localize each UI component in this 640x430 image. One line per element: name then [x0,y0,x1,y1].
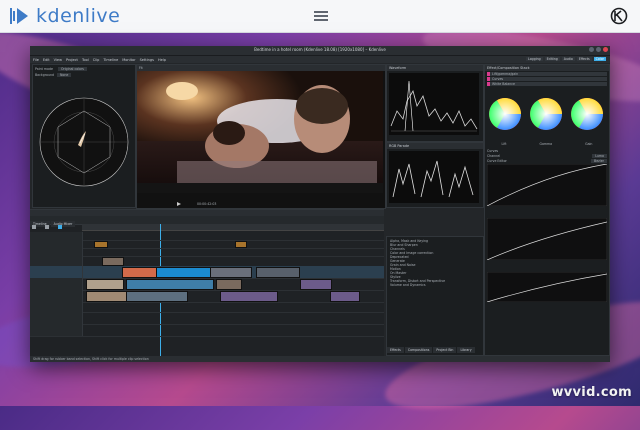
effect-item-white-balance[interactable]: White Balance [487,82,607,86]
curve-editor-2[interactable] [486,217,608,261]
razor-tool-icon[interactable] [45,225,50,229]
hamburger-menu-icon[interactable] [314,9,328,23]
site-header: kdenlive [0,0,640,33]
rgb-parade-panel: RGB Parade [386,142,484,208]
menu-timeline[interactable]: Timeline [103,58,118,62]
video-frame [137,71,383,193]
rgb-parade-graph [389,151,479,203]
effect-list-panel: Alpha, Mask and Keying Blur and Sharpen … [386,236,484,356]
menu-project[interactable]: Project [66,58,78,62]
minimize-button[interactable] [589,47,594,52]
wheel-gain-label: Gain [585,142,593,146]
kdenlive-logo[interactable]: kdenlive [8,5,120,27]
watermark: wvvid.com [551,385,632,400]
status-bar: Shift drag for rubber band selection, Sh… [30,356,610,362]
layout-editing[interactable]: Editing [544,57,560,61]
effect-enable-icon[interactable] [487,82,490,86]
menu-help[interactable]: Help [158,58,166,62]
background-select[interactable]: None [57,73,72,77]
monitor-timecode[interactable]: 00:00:42:03 [197,202,216,206]
waveform-panel: Waveform [386,64,484,142]
effect-enable-icon[interactable] [487,77,490,81]
timeline-clip[interactable] [94,241,108,248]
effect-category[interactable]: Volume and Dynamics [390,283,480,287]
effect-item-lift-gamma-gain[interactable]: Lift/gamma/gain [487,72,607,76]
menu-bar: File Edit View Project Tool Clip Timelin… [30,56,610,63]
project-monitor-panel: Fit 00:00:42:03 [136,64,386,209]
timeline-clip[interactable] [216,279,242,290]
effect-item-label: Lift/gamma/gain [492,72,519,76]
bottom-tabs: Effects Compositions Project Bin Library [387,336,476,355]
effect-item-label: White Balance [492,82,515,86]
kde-logo-icon[interactable] [610,7,628,25]
curve-mode-label: Curve Editor [487,159,507,163]
background-label: Background [35,73,55,77]
timeline-clip[interactable] [122,267,158,278]
curves-label: Curves [487,149,499,153]
timeline-clip[interactable] [126,291,188,302]
menu-settings[interactable]: Settings [140,58,154,62]
waveform-graph [389,73,479,135]
tab-library[interactable]: Library [457,347,475,353]
curve-editor-3[interactable] [486,271,608,303]
color-wheels[interactable] [485,92,607,138]
kdenlive-window: Bedtime in a hotel room (Kdenlive 18.08)… [30,46,610,362]
timeline-clip[interactable] [210,267,252,278]
timeline-clip[interactable] [86,291,128,302]
timeline-clip[interactable] [102,257,124,266]
select-tool-icon[interactable] [32,225,36,229]
window-titlebar: Bedtime in a hotel room (Kdenlive 18.08)… [30,46,610,56]
tab-compositions[interactable]: Compositions [404,347,433,353]
layout-logging[interactable]: Logging [526,57,543,61]
menu-view[interactable]: View [54,58,62,62]
snap-icon[interactable] [58,225,63,229]
tab-effects[interactable]: Effects [387,347,404,353]
channel-label: Channel [487,154,501,158]
track-a5 [30,324,384,337]
timeline-clip[interactable] [220,291,278,302]
timeline-clip-selected[interactable] [156,267,212,278]
monitor-play-button[interactable] [177,202,181,206]
wheel-gamma-label: Gamma [539,142,553,146]
paint-mode-select[interactable]: Original colors [57,67,87,71]
layout-effects[interactable]: Effects [576,57,592,61]
timeline-clip[interactable] [126,279,214,290]
layout-color[interactable]: Color [593,57,606,61]
layout-audio[interactable]: Audio [561,57,575,61]
wheel-lift-label: Lift [501,142,507,146]
menu-edit[interactable]: Edit [43,58,50,62]
menu-tool[interactable]: Tool [82,58,89,62]
close-button[interactable] [603,47,608,52]
window-title: Bedtime in a hotel room (Kdenlive 18.08)… [254,47,386,52]
monitor-zoom[interactable]: Fit [139,66,143,70]
paint-mode-label: Paint mode [35,67,53,71]
timeline-clip[interactable] [330,291,360,302]
timeline-panel: TimelineAudio Mixer [30,209,384,360]
effect-stack-panel: Effect/Composition Stack Lift/gamma/gain… [484,64,610,356]
effect-item-curves[interactable]: Curves [487,77,607,81]
menu-clip[interactable]: Clip [93,58,100,62]
vectorscope-graph [39,97,129,187]
timeline-clip[interactable] [300,279,332,290]
timeline-clip[interactable] [235,241,247,248]
timeline-clip[interactable] [86,279,124,290]
curve-mode-select[interactable]: Bezier [591,159,607,163]
menu-monitor[interactable]: Monitor [122,58,135,62]
channel-select[interactable]: Luma [592,154,607,158]
curve-editor[interactable] [486,163,608,207]
maximize-button[interactable] [596,47,601,52]
tab-project-bin[interactable]: Project Bin [433,347,457,353]
layout-switcher: Logging Editing Audio Effects Color [526,57,606,61]
effect-enable-icon[interactable] [487,72,490,76]
brand-name: kdenlive [36,5,121,27]
vectorscope-panel: Paint mode Original colors Background No… [32,64,136,208]
kdenlive-logo-icon [10,8,28,24]
menu-file[interactable]: File [33,58,39,62]
effect-item-label: Curves [492,77,504,81]
timeline-ruler[interactable] [82,224,384,231]
timeline-clip[interactable] [256,267,300,278]
